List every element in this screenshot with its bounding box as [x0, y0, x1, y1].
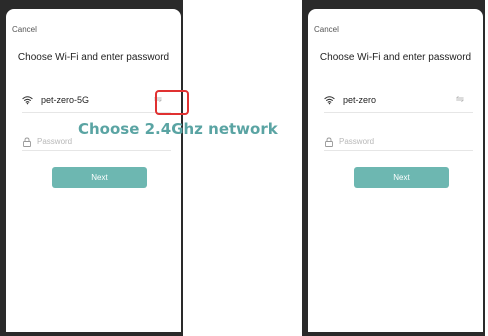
wifi-setup-sheet: Cancel Choose Wi-Fi and enter password p…	[6, 9, 181, 332]
password-row	[324, 133, 473, 151]
phone-screen-left: Cancel Choose Wi-Fi and enter password p…	[0, 0, 183, 336]
wifi-ssid: pet-zero-5G	[41, 95, 90, 105]
lock-icon	[325, 137, 333, 147]
next-button[interactable]: Next	[354, 167, 449, 188]
wifi-icon	[324, 96, 335, 105]
password-input[interactable]	[339, 137, 449, 146]
switch-network-highlight	[155, 90, 189, 115]
wifi-ssid: pet-zero	[343, 95, 377, 105]
phone-screen-right: Cancel Choose Wi-Fi and enter password p…	[302, 0, 485, 336]
cancel-button[interactable]: Cancel	[12, 25, 37, 34]
lock-icon	[23, 137, 31, 147]
wifi-icon	[22, 96, 33, 105]
annotation-callout: Choose 2.4Ghz network	[78, 120, 278, 138]
next-button[interactable]: Next	[52, 167, 147, 188]
wifi-network-row[interactable]: pet-zero-5G ⇋	[22, 91, 171, 113]
wifi-setup-sheet: Cancel Choose Wi-Fi and enter password p…	[308, 9, 483, 332]
page-title: Choose Wi-Fi and enter password	[319, 52, 472, 63]
password-input[interactable]	[37, 137, 147, 146]
cancel-button[interactable]: Cancel	[314, 25, 339, 34]
switch-network-icon[interactable]: ⇋	[453, 94, 467, 106]
page-title: Choose Wi-Fi and enter password	[17, 52, 170, 63]
wifi-network-row[interactable]: pet-zero ⇋	[324, 91, 473, 113]
